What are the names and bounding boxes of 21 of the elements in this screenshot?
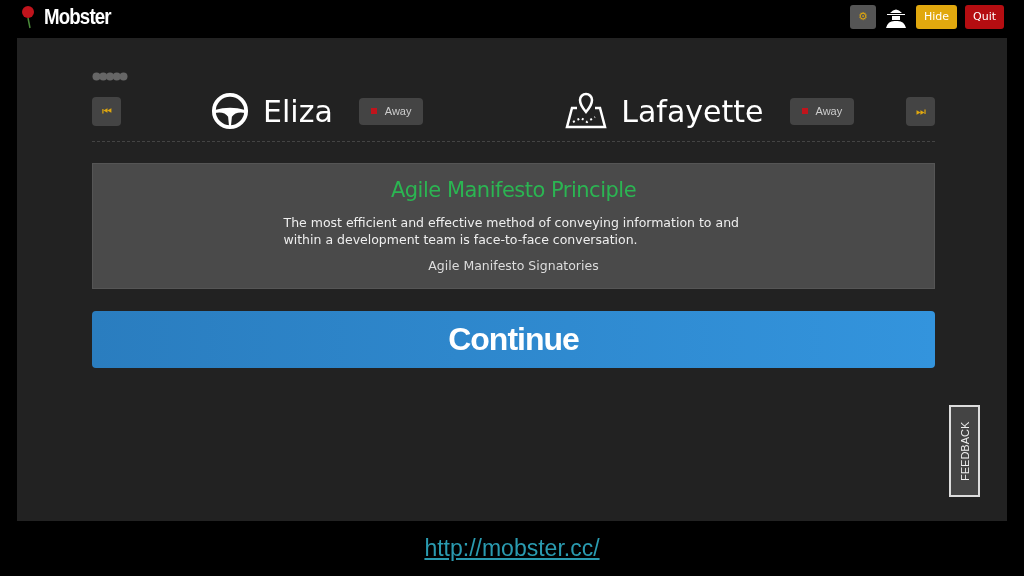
mobber-name: Eliza (263, 93, 333, 129)
away-button[interactable]: Away (358, 97, 424, 125)
app-title: Mobster (44, 3, 111, 30)
feedback-tab[interactable]: FEEDBACK (949, 405, 980, 497)
away-button[interactable]: Away (789, 97, 855, 125)
away-label: Away (384, 105, 412, 117)
steering-wheel-icon (211, 92, 249, 130)
website-link[interactable]: http://mobster.cc/ (424, 535, 600, 562)
away-label: Away (815, 105, 843, 117)
next-button[interactable]: ⏭ (906, 96, 935, 126)
map-pin-icon (565, 92, 608, 130)
timer-dots-icon (92, 72, 128, 81)
principle-title: Agile Manifesto Principle (390, 178, 637, 202)
settings-button[interactable]: ⚙ (850, 4, 876, 29)
rose-icon (20, 4, 36, 29)
principle-author: Agile Manifesto Signatories (428, 258, 599, 273)
continue-button[interactable]: Continue (92, 311, 935, 368)
mobber-name: Lafayette (621, 93, 764, 129)
previous-button[interactable]: ⏮ (92, 96, 121, 126)
quit-button[interactable]: Quit (965, 4, 1004, 29)
principle-text: The most efficient and effective method of conveying information to and within a development team is face-to-face conversation. (283, 214, 740, 248)
